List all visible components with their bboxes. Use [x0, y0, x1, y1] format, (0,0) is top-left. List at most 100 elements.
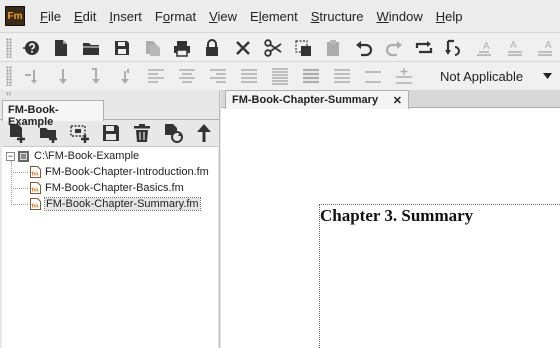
panel-tabstrip: FM-Book-Example — [0, 100, 219, 128]
save-icon — [114, 40, 129, 55]
reverse-sort-button[interactable] — [439, 35, 469, 61]
collapse-toggle[interactable]: − — [6, 151, 15, 161]
close-button[interactable] — [227, 35, 257, 61]
menu-file[interactable]: File — [35, 9, 66, 24]
element-type-dropdown[interactable]: Not Applicable — [410, 64, 560, 88]
text-style-button-2[interactable]: A — [500, 35, 530, 61]
toolbar-grip[interactable] — [6, 66, 12, 86]
fm-file-icon: fm — [30, 182, 41, 194]
reverse-sort-icon — [445, 39, 461, 56]
open-folder-icon — [83, 42, 100, 55]
list-button[interactable] — [295, 63, 326, 89]
save-button[interactable] — [107, 35, 137, 61]
lock-button[interactable] — [197, 35, 227, 61]
chapter-title[interactable]: Chapter 3. Summary — [320, 206, 473, 226]
new-file-icon — [55, 39, 68, 56]
repeat-icon — [415, 40, 433, 53]
copy-file-button[interactable] — [137, 35, 167, 61]
element-down-button[interactable] — [47, 63, 78, 89]
copy-button[interactable] — [288, 35, 318, 61]
tree-item-label: FM-Book-Chapter-Basics.fm — [45, 182, 184, 194]
cut-button[interactable] — [258, 35, 288, 61]
tree-root[interactable]: − C:\FM-Book-Example — [6, 150, 139, 162]
menu-insert[interactable]: Insert — [104, 9, 147, 24]
print-button[interactable] — [167, 35, 197, 61]
update-book-button[interactable] — [157, 121, 188, 145]
text-style-button-1[interactable]: A — [469, 35, 499, 61]
lock-icon — [206, 38, 219, 56]
document-area: FM-Book-Chapter-Summary ✕ Chapter 3. Sum… — [221, 90, 560, 348]
tree-item-label: FM-Book-Chapter-Introduction.fm — [45, 166, 209, 178]
element-down2-button[interactable] — [78, 63, 109, 89]
move-up-button[interactable] — [188, 121, 219, 145]
element-down2-icon — [91, 68, 100, 84]
redo-button[interactable] — [379, 35, 409, 61]
element-first-icon — [24, 70, 37, 84]
align-left-icon — [147, 69, 164, 83]
tree-item-summary[interactable]: fm FM-Book-Chapter-Summary.fm — [11, 197, 201, 211]
add-selection-icon — [69, 125, 89, 143]
tab-book[interactable]: FM-Book-Example — [2, 100, 104, 128]
lines-icon — [364, 71, 381, 83]
svg-text:A: A — [483, 41, 490, 52]
align-left-button[interactable] — [140, 63, 171, 89]
delete-button[interactable] — [126, 121, 157, 145]
fm-file-icon: fm — [30, 166, 41, 178]
page-text-frame[interactable]: Chapter 3. Summary — [319, 204, 560, 348]
align-center-button[interactable] — [171, 63, 202, 89]
element-first-button[interactable] — [16, 63, 47, 89]
book-tree: − C:\FM-Book-Example fm FM-Book-Chapter-… — [2, 146, 218, 348]
menu-view[interactable]: View — [204, 9, 242, 24]
list-indent-button[interactable] — [326, 63, 357, 89]
menu-bar: Fm File Edit Insert Format View Element … — [0, 0, 560, 32]
svg-text:fm: fm — [32, 204, 39, 210]
tab-document[interactable]: FM-Book-Chapter-Summary ✕ — [225, 90, 409, 109]
menu-structure[interactable]: Structure — [306, 9, 369, 24]
fm-file-icon: fm — [30, 198, 41, 210]
tree-item-introduction[interactable]: fm FM-Book-Chapter-Introduction.fm — [11, 166, 209, 178]
repeat-button[interactable] — [409, 35, 439, 61]
lines-button[interactable] — [357, 63, 388, 89]
text-style-a2-icon: A — [507, 40, 522, 56]
undo-button[interactable] — [348, 35, 378, 61]
close-tab-icon[interactable]: ✕ — [393, 94, 402, 107]
svg-text:A: A — [510, 40, 517, 51]
toolbar-grip[interactable] — [6, 37, 12, 58]
add-selection-button[interactable] — [64, 121, 95, 145]
copy-selection-icon — [295, 39, 312, 56]
save-book-button[interactable] — [95, 121, 126, 145]
copy-file-icon — [145, 40, 160, 56]
menu-element[interactable]: Element — [245, 9, 303, 24]
svg-text:fm: fm — [32, 188, 39, 194]
tree-item-label: FM-Book-Chapter-Summary.fm — [44, 197, 201, 211]
text-style-button-3[interactable]: A — [530, 35, 560, 61]
chevron-down-icon — [543, 73, 552, 79]
tab-document-label: FM-Book-Chapter-Summary — [232, 94, 379, 106]
list-icon — [302, 68, 319, 84]
tree-item-basics[interactable]: fm FM-Book-Chapter-Basics.fm — [11, 182, 184, 194]
new-button[interactable] — [46, 35, 76, 61]
open-button[interactable] — [76, 35, 106, 61]
update-book-icon — [164, 124, 183, 143]
menu-format[interactable]: Format — [150, 9, 201, 24]
book-icon — [18, 150, 29, 162]
element-down3-icon — [120, 69, 129, 84]
cut-icon — [264, 38, 282, 57]
document-tabstrip: FM-Book-Chapter-Summary ✕ — [221, 90, 560, 109]
help-button[interactable] — [16, 35, 46, 61]
justify-button[interactable] — [233, 63, 264, 89]
element-down3-button[interactable] — [109, 63, 140, 89]
menu-help[interactable]: Help — [431, 9, 468, 24]
element-down-icon — [58, 69, 67, 84]
menu-window[interactable]: Window — [372, 9, 428, 24]
panel-collapse-grip[interactable]: ‹‹ — [0, 90, 219, 100]
paste-button[interactable] — [318, 35, 348, 61]
align-right-button[interactable] — [202, 63, 233, 89]
menu-edit[interactable]: Edit — [69, 9, 101, 24]
paragraph-lines-button[interactable] — [264, 63, 295, 89]
align-center-icon — [178, 69, 195, 83]
print-icon — [174, 40, 191, 57]
main-toolbar: A A A — [0, 32, 560, 62]
redo-icon — [385, 40, 402, 56]
text-style-a-icon: A — [477, 41, 492, 56]
